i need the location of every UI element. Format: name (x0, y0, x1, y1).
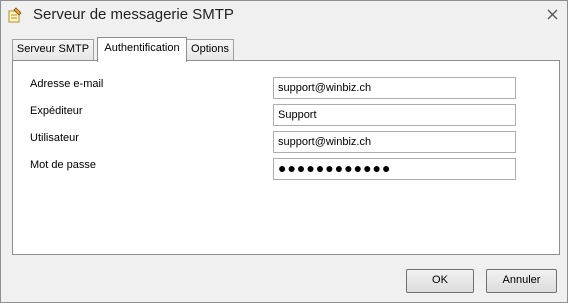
tab-serveur-smtp[interactable]: Serveur SMTP (12, 39, 94, 61)
tab-authentification[interactable]: Authentification (97, 37, 187, 62)
window-title: Serveur de messagerie SMTP (33, 6, 234, 23)
password-field[interactable]: ●●●●●●●●●●●● (273, 158, 516, 180)
title-bar: Serveur de messagerie SMTP (1, 1, 567, 30)
ok-button[interactable]: OK (406, 269, 474, 293)
tab-panel-authentification: Adresse e-mail support@winbiz.ch Expédit… (12, 60, 560, 255)
pencil-note-icon (7, 7, 23, 23)
cancel-button[interactable]: Annuler (486, 269, 557, 293)
close-icon[interactable] (546, 8, 559, 21)
password-label: Mot de passe (30, 159, 97, 171)
user-label: Utilisateur (30, 132, 79, 144)
email-field[interactable]: support@winbiz.ch (273, 77, 516, 99)
email-label: Adresse e-mail (30, 78, 104, 90)
tab-options[interactable]: Options (186, 39, 234, 61)
sender-field[interactable]: Support (273, 104, 516, 126)
dialog-window: Serveur de messagerie SMTP Serveur SMTP … (0, 0, 568, 303)
sender-label: Expéditeur (30, 105, 83, 117)
user-field[interactable]: support@winbiz.ch (273, 131, 516, 153)
